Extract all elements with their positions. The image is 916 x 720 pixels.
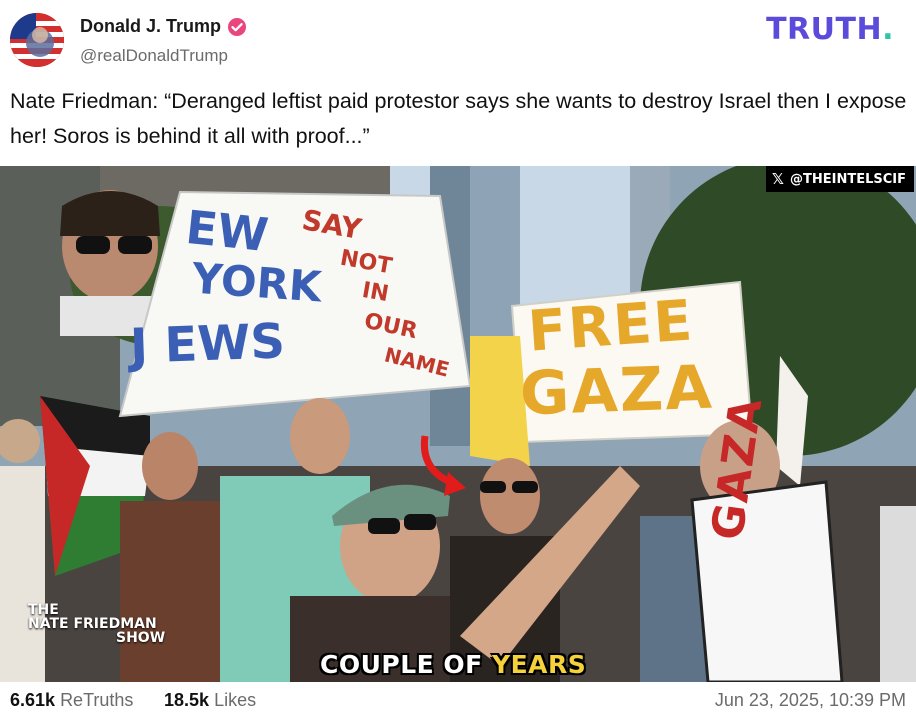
caption-part1: COUPLE OF [320, 650, 492, 679]
author-name[interactable]: Donald J. Trump [80, 16, 221, 37]
author-handle[interactable]: @realDonaldTrump [80, 46, 228, 66]
x-logo-icon: 𝕏 [771, 170, 784, 188]
brand-text: TRUTH [766, 12, 883, 47]
post-header: Donald J. Trump @realDonaldTrump TRUTH. [0, 0, 916, 76]
avatar[interactable] [10, 13, 64, 67]
show-logo-line3: SHOW [116, 630, 166, 646]
show-logo-line2: NATE FRIEDMAN [28, 616, 157, 632]
retruths-label: ReTruths [60, 690, 134, 710]
likes-label: Likes [214, 690, 257, 710]
caption-highlight: YEARS [491, 650, 587, 679]
show-logo: THE NATE FRIEDMAN SHOW [28, 603, 165, 645]
likes-stat[interactable]: 18.5k Likes [164, 690, 256, 711]
video-caption: COUPLE OF YEARS [320, 650, 586, 679]
post-footer: 6.61k ReTruths 18.5k Likes Jun 23, 2025,… [0, 682, 916, 720]
sign-york-text: YORK [190, 253, 324, 312]
verified-badge-icon [228, 17, 247, 36]
post-media-image[interactable]: EW SAY YORK NOT IN J EWS OUR NAME FREE G… [0, 166, 916, 682]
watermark-label: @THEINTELSCIF [790, 171, 906, 187]
avatar-flag-portrait-icon [10, 13, 64, 67]
sign-gaza-text: GAZA [518, 352, 715, 430]
source-watermark: 𝕏 @THEINTELSCIF [765, 166, 914, 192]
show-logo-line1: THE [28, 602, 59, 618]
post-text: Nate Friedman: “Deranged leftist paid pr… [10, 89, 907, 148]
post-timestamp[interactable]: Jun 23, 2025, 10:39 PM [715, 690, 906, 711]
brand-dot: . [882, 12, 894, 47]
truth-logo: TRUTH. [766, 12, 894, 47]
retruths-stat[interactable]: 6.61k ReTruths [10, 690, 133, 711]
retruths-count: 6.61k [10, 690, 56, 710]
likes-count: 18.5k [164, 690, 210, 710]
sign-jews-text: J EWS [129, 313, 286, 375]
sign-in-text: IN [360, 277, 391, 308]
